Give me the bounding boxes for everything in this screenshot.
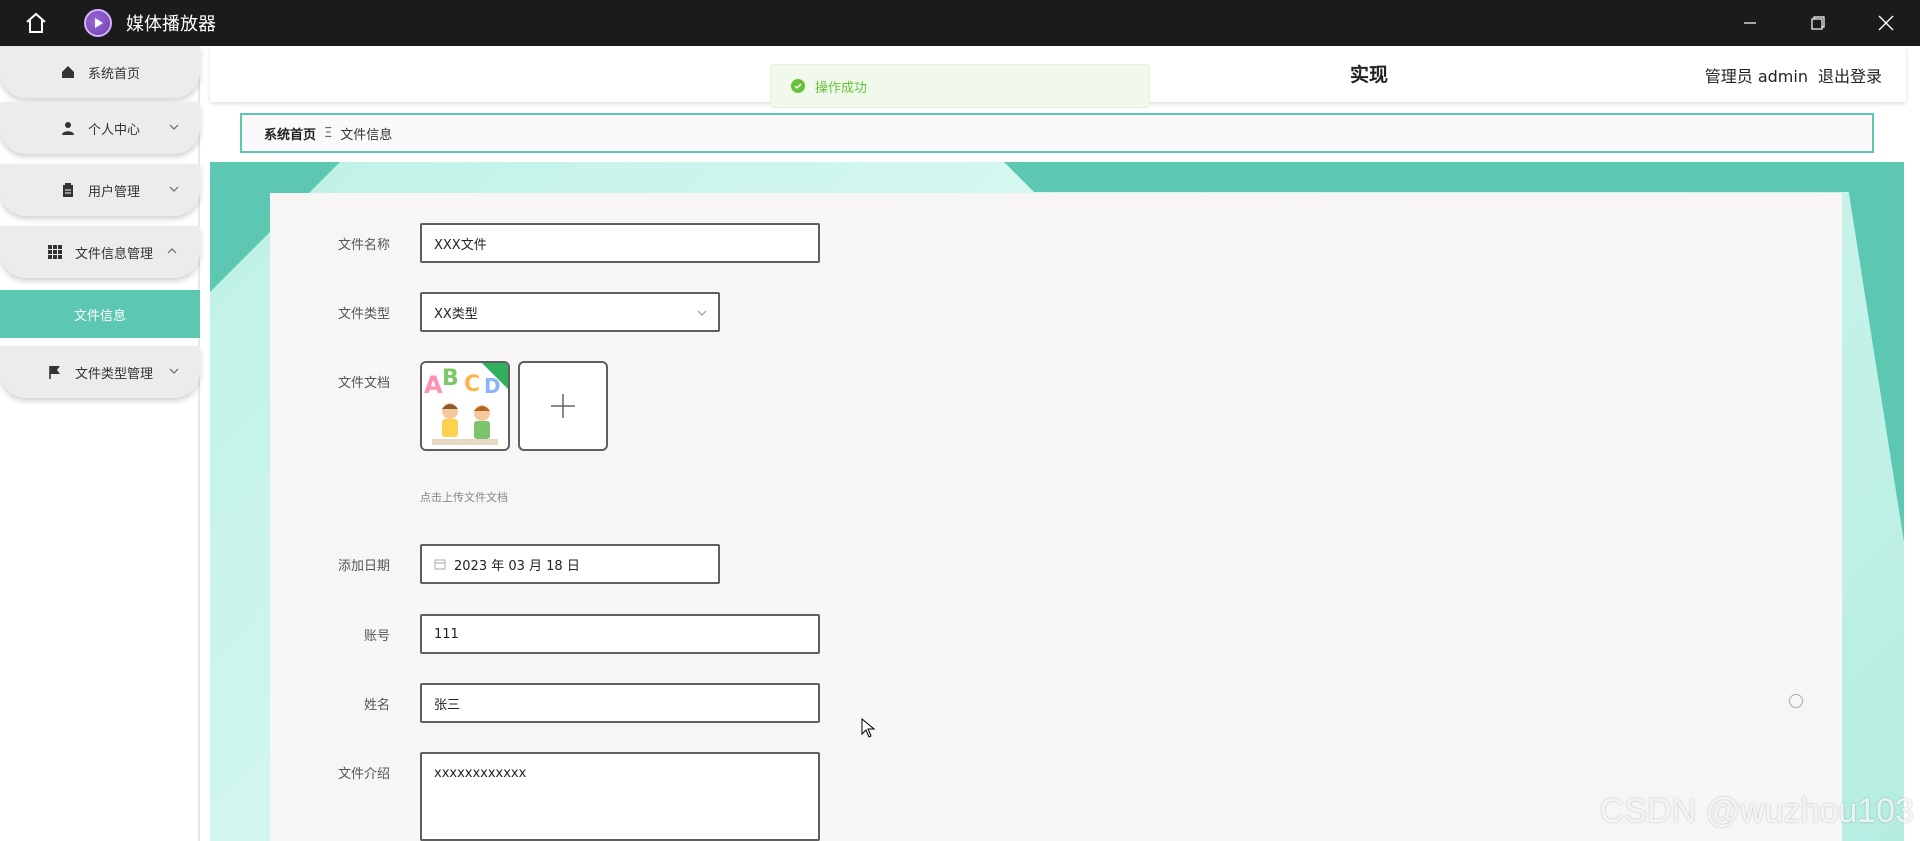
user-label: 管理员 admin (1704, 67, 1808, 86)
check-circle-icon (791, 79, 805, 93)
sidebar-item-file-type-management[interactable]: 文件类型管理 (0, 346, 200, 398)
sidebar-item-user-management[interactable]: 用户管理 (0, 164, 200, 216)
success-toast: 操作成功 (770, 64, 1150, 108)
account-value: 111 (434, 626, 459, 642)
date-label: 添加日期 (337, 559, 390, 574)
home-icon (60, 64, 76, 80)
form-card: 文件名称 XXX文件 文件类型 XX类型 文件文档 A B C D 点击上传文件… (270, 193, 1842, 841)
clear-icon[interactable] (1789, 694, 1803, 708)
window-title: 媒体播放器 (126, 14, 216, 35)
sidebar-item-label: 系统首页 (87, 66, 140, 82)
file-name-input[interactable]: XXX文件 (420, 223, 820, 263)
account-label: 账号 (363, 629, 390, 644)
logout-link[interactable]: 退出登录 (1818, 63, 1882, 87)
svg-text:D: D (484, 374, 501, 398)
minimize-button[interactable] (1716, 0, 1784, 46)
sidebar-item-label: 个人中心 (87, 122, 140, 138)
calendar-icon (434, 558, 446, 570)
user-area: 管理员 admin 退出登录 (1705, 63, 1882, 87)
name-value: 张三 (434, 697, 461, 713)
sidebar-item-label: 文件类型管理 (74, 366, 153, 382)
restore-button[interactable] (1784, 0, 1852, 46)
upload-hint: 点击上传文件文档 (420, 491, 508, 504)
clipboard-icon (60, 182, 76, 198)
date-value: 2023 年 03 月 18 日 (454, 558, 580, 574)
watermark: CSDN @wuzhou103 (1599, 792, 1914, 830)
plus-icon (551, 394, 575, 418)
chevron-up-icon (166, 245, 178, 257)
decor-shape (1844, 162, 1904, 542)
breadcrumb-separator: Ξ (324, 125, 333, 141)
chevron-down-icon (168, 121, 180, 133)
breadcrumb-current: 文件信息 (340, 127, 393, 143)
intro-label: 文件介绍 (337, 767, 390, 782)
page-title: 实现 (1350, 64, 1389, 86)
flag-icon (47, 364, 63, 380)
toast-message: 操作成功 (815, 80, 868, 96)
breadcrumb: 系统首页 Ξ 文件信息 (240, 113, 1874, 153)
sidebar-item-file-info-management[interactable]: 文件信息管理 (0, 226, 200, 278)
name-input[interactable]: 张三 (420, 683, 820, 723)
svg-text:C: C (464, 372, 480, 397)
file-name-value: XXX文件 (434, 237, 487, 253)
sidebar-item-label: 文件信息管理 (74, 246, 153, 262)
media-player-icon (84, 9, 112, 37)
chevron-down-icon (168, 183, 180, 195)
grid-icon (47, 244, 63, 260)
sidebar: 系统首页 个人中心 用户管理 文件信息管理 文件信息 文件类型管理 (0, 46, 200, 841)
sidebar-subitem-file-info[interactable]: 文件信息 (0, 290, 200, 338)
sidebar-item-home[interactable]: 系统首页 (0, 46, 200, 98)
svg-text:A: A (424, 371, 443, 399)
name-label: 姓名 (363, 698, 390, 713)
file-type-select[interactable]: XX类型 (420, 292, 720, 332)
home-icon[interactable] (24, 11, 48, 35)
user-icon (60, 120, 76, 136)
chevron-down-icon (168, 365, 180, 377)
decor-shape (1004, 162, 1904, 192)
window-titlebar: 媒体播放器 (0, 0, 1920, 46)
account-input[interactable]: 111 (420, 614, 820, 654)
intro-textarea[interactable]: xxxxxxxxxxxx (420, 752, 820, 841)
chevron-down-icon (696, 307, 708, 319)
window-controls (1716, 0, 1920, 46)
file-name-label: 文件名称 (337, 238, 390, 253)
breadcrumb-home[interactable]: 系统首页 (264, 124, 316, 143)
uploaded-image-thumbnail[interactable]: A B C D (420, 361, 510, 451)
mouse-cursor-icon (861, 717, 876, 742)
file-type-label: 文件类型 (337, 307, 390, 322)
file-doc-label: 文件文档 (337, 376, 390, 391)
abc-kids-image-icon: A B C D (422, 363, 508, 449)
close-button[interactable] (1852, 0, 1920, 46)
intro-value: xxxxxxxxxxxx (434, 766, 527, 781)
svg-text:B: B (442, 366, 459, 391)
file-type-value: XX类型 (434, 306, 478, 322)
sidebar-item-personal-center[interactable]: 个人中心 (0, 102, 200, 154)
add-upload-button[interactable] (518, 361, 608, 451)
sidebar-item-label: 用户管理 (87, 184, 140, 200)
date-picker[interactable]: 2023 年 03 月 18 日 (420, 544, 720, 584)
